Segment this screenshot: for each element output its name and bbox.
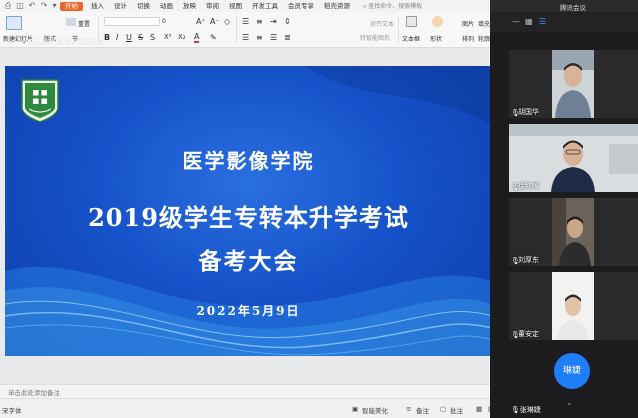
grid-view-icon[interactable]: ▦: [525, 18, 533, 26]
notes-icon[interactable]: ≡: [406, 405, 411, 413]
decrease-font-icon[interactable]: A⁻: [210, 17, 220, 26]
chevron-down-icon[interactable]: ⌄: [566, 398, 573, 407]
microphone-icon: 🎙: [511, 406, 520, 414]
redo-icon[interactable]: ↷: [40, 2, 48, 10]
status-bar: 宋字体 ▣ 智能美化 ≡ 备注 ▢ 批注 ▦ ▤ ▥: [0, 398, 510, 418]
reset-icon: [66, 18, 76, 26]
tab-member[interactable]: 会员专享: [283, 0, 319, 12]
undo-icon[interactable]: ↶: [28, 2, 36, 10]
ribbon-separator: [398, 16, 399, 44]
microphone-icon: 🎙: [511, 183, 520, 191]
bullet-list-icon[interactable]: ☰: [242, 17, 249, 26]
search-placeholder: 查找命令、搜索模板: [368, 3, 423, 10]
new-slide-icon[interactable]: [6, 16, 22, 30]
convert-smartart-button[interactable]: 转智能图形: [360, 33, 390, 42]
tab-review[interactable]: 审阅: [201, 0, 224, 12]
microphone-icon: 🎙: [511, 109, 520, 117]
tab-slideshow[interactable]: 放映: [178, 0, 201, 12]
school-logo: [21, 79, 59, 123]
slide-title-line-2[interactable]: 2019级学生专转本升学考试: [5, 198, 492, 233]
participant-tile[interactable]: 🎙胡国华: [509, 50, 638, 118]
tab-animation[interactable]: 动画: [155, 0, 178, 12]
dropdown-icon[interactable]: ▾: [52, 2, 57, 10]
slide-title-line-3[interactable]: 备考大会: [5, 242, 492, 276]
indent-icon[interactable]: ⇥: [270, 17, 277, 26]
font-name-select[interactable]: [104, 17, 160, 26]
tab-start[interactable]: 开始: [60, 1, 83, 11]
self-avatar[interactable]: 琳婕: [554, 353, 590, 389]
participant-name: 🎙胡国华: [511, 108, 539, 117]
shape-icon[interactable]: [432, 16, 443, 27]
meeting-toolbar: — ▦ ☰: [490, 12, 638, 32]
minimize-icon[interactable]: —: [512, 18, 520, 26]
font-status: 宋字体: [2, 407, 22, 415]
self-name-label: 🎙张琳婕: [511, 406, 541, 414]
line-spacing-icon[interactable]: ⇕: [284, 17, 291, 26]
tab-insert[interactable]: 插入: [86, 0, 109, 12]
underline-icon[interactable]: U: [126, 33, 132, 42]
comment-button[interactable]: 批注: [450, 405, 463, 415]
microphone-icon: 🎙: [511, 331, 520, 339]
notes-pane[interactable]: 单击此处添加备注: [0, 384, 490, 398]
textbox-icon[interactable]: [406, 16, 417, 27]
comment-icon[interactable]: ▢: [440, 405, 446, 413]
participant-tile[interactable]: 🎙董安定: [509, 272, 638, 340]
notes-button[interactable]: 备注: [416, 405, 429, 415]
increase-font-icon[interactable]: A⁺: [196, 17, 206, 26]
slide-date[interactable]: 2022年5月9日: [5, 302, 492, 319]
list-view-icon[interactable]: ☰: [539, 18, 546, 26]
search-command-input[interactable]: ⌕ 查找命令、搜索模板: [363, 1, 422, 11]
tab-developer[interactable]: 开发工具: [247, 0, 283, 12]
align-right-icon[interactable]: ☰: [270, 33, 277, 42]
notes-placeholder: 单击此处添加备注: [8, 389, 60, 397]
meeting-titlebar: 腾讯会议: [490, 0, 638, 12]
outline-button[interactable]: 轮廓: [478, 34, 490, 43]
align-text-button[interactable]: 对齐文本: [370, 19, 394, 28]
participant-tile[interactable]: 🎙徐红涛: [509, 124, 638, 192]
smart-beautify-button[interactable]: 智能美化: [362, 405, 388, 415]
menu-bar: ⎙ ◫ ↶ ↷ ▾ 开始 插入 设计 切换 动画 放映 审阅 视图 开发工具 会…: [0, 0, 490, 12]
participant-name: 🎙徐红涛: [511, 182, 539, 191]
subscript-icon[interactable]: X₂: [178, 33, 186, 41]
arrange-button[interactable]: 排列: [462, 34, 474, 43]
microphone-icon: 🎙: [511, 257, 520, 265]
meeting-title: 腾讯会议: [560, 4, 586, 12]
preview-icon[interactable]: ◫: [16, 2, 24, 10]
tab-view[interactable]: 视图: [224, 0, 247, 12]
participant-name: 🎙董安定: [511, 330, 539, 339]
speaking-text: 正在讲话: 影像学院张慧娥;: [27, 38, 106, 46]
textbox-button[interactable]: 文本框: [402, 34, 420, 43]
highlight-icon[interactable]: ✎: [210, 33, 217, 42]
picture-button[interactable]: 图片: [462, 19, 474, 28]
normal-view-icon[interactable]: ▦: [476, 405, 482, 413]
speaking-indicator: ◂ 正在讲话: 影像学院张慧娥;: [22, 36, 105, 46]
shape-button[interactable]: 形状: [430, 34, 442, 43]
print-icon[interactable]: ⎙: [4, 2, 12, 10]
strikethrough-icon[interactable]: S: [138, 33, 143, 42]
numbered-list-icon[interactable]: ≡: [256, 17, 263, 26]
fill-button[interactable]: 填充: [478, 19, 490, 28]
justify-icon[interactable]: ≣: [284, 33, 291, 42]
align-left-icon[interactable]: ☰: [242, 33, 249, 42]
italic-icon[interactable]: I: [116, 33, 118, 42]
speaker-icon: ◂: [22, 38, 26, 46]
superscript-icon[interactable]: X²: [164, 33, 172, 41]
participant-name: 🎙刘厚东: [511, 256, 539, 265]
clear-format-icon[interactable]: ◇: [224, 17, 230, 26]
participant-tile[interactable]: 🎙刘厚东: [509, 198, 638, 266]
app-window: ⎙ ◫ ↶ ↷ ▾ 开始 插入 设计 切换 动画 放映 审阅 视图 开发工具 会…: [0, 0, 638, 418]
shadow-icon[interactable]: S: [150, 33, 155, 42]
font-size-select[interactable]: 0: [162, 18, 166, 25]
tab-resources[interactable]: 稻壳资源: [319, 0, 355, 12]
ribbon-separator: [236, 16, 237, 44]
slide-title-line-1[interactable]: 医学影像学院: [5, 145, 492, 174]
align-center-icon[interactable]: ≡: [256, 33, 263, 42]
slide-canvas[interactable]: 医学影像学院 2019级学生专转本升学考试 备考大会 2022年5月9日: [5, 66, 492, 356]
beautify-icon[interactable]: ▣: [352, 405, 358, 413]
reset-button[interactable]: 重置: [78, 19, 90, 28]
slide-editor-area: 医学影像学院 2019级学生专转本升学考试 备考大会 2022年5月9日: [0, 48, 492, 386]
tab-design[interactable]: 设计: [109, 0, 132, 12]
font-color-icon[interactable]: A: [194, 33, 200, 43]
tab-transition[interactable]: 切换: [132, 0, 155, 12]
